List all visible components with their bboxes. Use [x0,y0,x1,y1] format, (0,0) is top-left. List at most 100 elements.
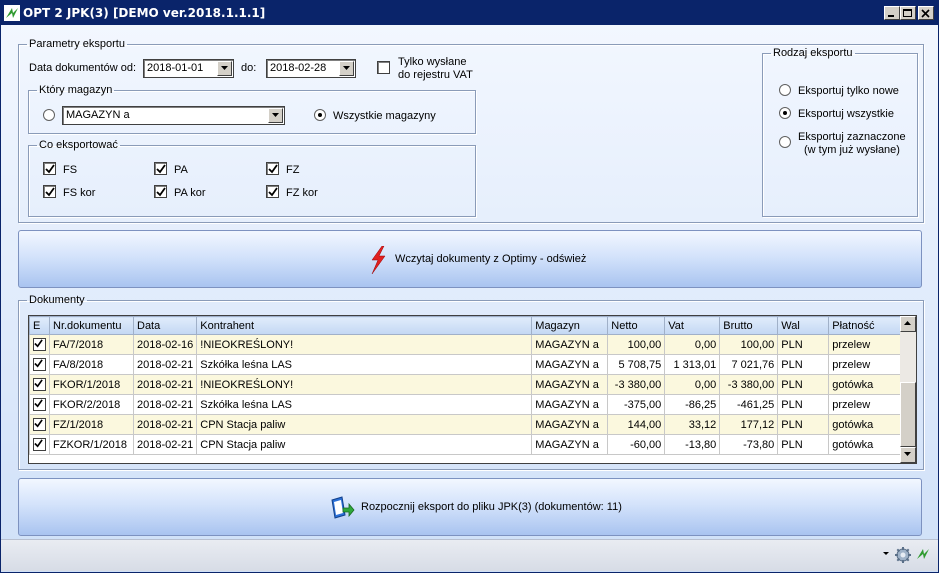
date-to-picker[interactable]: 2018-02-28 [266,59,356,78]
only-sent-checkbox[interactable] [377,61,390,74]
warehouse-select-value: MAGAZYN a [66,109,130,121]
type-pa-checkbox[interactable] [154,162,167,175]
col-header-payment[interactable]: Płatność [828,316,904,335]
col-header-gross[interactable]: Brutto [719,316,779,335]
type-fs-kor-label: FS kor [63,187,96,199]
row-export-checkbox[interactable] [33,398,46,411]
warehouse-select[interactable]: MAGAZYN a [62,106,285,125]
cell-warehouse: MAGAZYN a [531,354,609,375]
scroll-down-button[interactable] [900,447,916,463]
app-logo-icon [4,5,20,21]
checkmark-icon [34,339,43,348]
cell-date: 2018-02-16 [132,334,198,355]
warehouse-all-label: Wszystkie magazyny [333,110,436,122]
export-all-radio[interactable] [779,107,791,119]
col-header-warehouse[interactable]: Magazyn [531,316,609,335]
type-fz-checkbox[interactable] [266,162,279,175]
col-header-date[interactable]: Data [132,316,198,335]
col-header-currency[interactable]: Wal [777,316,830,335]
export-new-label: Eksportuj tylko nowe [798,85,899,97]
date-to-label: do: [241,62,257,74]
col-header-contractor[interactable]: Kontrahent [196,316,533,335]
col-header-net[interactable]: Netto [607,316,666,335]
load-documents-button[interactable]: Wczytaj dokumenty z Optimy - odśwież [18,230,922,288]
row-export-checkbox[interactable] [33,438,46,451]
cell-net: -375,00 [607,394,666,415]
type-fs-kor-checkbox[interactable] [43,185,56,198]
type-fz-kor-checkbox[interactable] [266,185,279,198]
col-header-e[interactable]: E [29,316,50,335]
warehouse-all-radio[interactable] [314,109,326,121]
app-logo-icon[interactable] [915,546,931,562]
only-sent-label-line1: Tylko wysłane [398,56,467,68]
cell-vat: 1 313,01 [664,354,721,375]
row-export-checkbox[interactable] [33,358,46,371]
cell-vat: -86,25 [664,394,721,415]
cell-net: 5 708,75 [607,354,666,375]
lightning-icon [371,246,386,274]
table-row[interactable]: FZKOR/1/2018 2018-02-21 CPN Stacja paliw… [29,434,904,455]
maximize-icon [903,9,912,17]
type-pa-label: PA [174,164,188,176]
title-bar[interactable]: OPT 2 JPK(3) [DEMO ver.2018.1.1.1] [1,1,938,25]
cell-date: 2018-02-21 [132,374,198,395]
table-row[interactable]: FA/8/2018 2018-02-21 Szkółka leśna LAS M… [29,354,904,375]
cell-warehouse: MAGAZYN a [531,374,609,395]
table-vertical-scrollbar[interactable] [900,316,916,463]
minimize-icon [888,15,894,17]
table-row[interactable]: FKOR/1/2018 2018-02-21 !NIEOKREŚLONY! MA… [29,374,904,395]
cell-number: FKOR/2/2018 [49,394,134,415]
table-row[interactable]: FA/7/2018 2018-02-16 !NIEOKREŚLONY! MAGA… [29,334,904,355]
cell-gross: -3 380,00 [719,374,779,395]
row-export-checkbox[interactable] [33,378,46,391]
cell-net: -60,00 [607,434,666,455]
documents-table[interactable]: E Nr.dokumentu Data Kontrahent Magazyn N… [28,315,917,464]
checkmark-icon [156,187,166,197]
start-export-button[interactable]: Rozpocznij eksport do pliku JPK(3) (doku… [18,478,922,536]
close-icon [921,9,930,18]
chevron-down-icon [343,66,350,70]
load-documents-label: Wczytaj dokumenty z Optimy - odśwież [395,253,587,265]
cell-currency: PLN [777,434,830,455]
type-fs-checkbox[interactable] [43,162,56,175]
cell-vat: 0,00 [664,374,721,395]
window-title: OPT 2 JPK(3) [DEMO ver.2018.1.1.1] [23,6,266,20]
table-row[interactable]: FKOR/2/2018 2018-02-21 Szkółka leśna LAS… [29,394,904,415]
cell-contractor: !NIEOKREŚLONY! [196,334,533,355]
col-header-vat[interactable]: Vat [664,316,721,335]
export-all-label: Eksportuj wszystkie [798,108,894,120]
date-to-dropdown-button[interactable] [339,61,354,76]
cell-number: FKOR/1/2018 [49,374,134,395]
warehouse-dropdown-button[interactable] [268,108,283,123]
dropdown-arrow-icon[interactable] [883,552,889,556]
checkmark-icon [34,379,43,388]
cell-payment: gotówka [828,374,904,395]
status-bar [1,539,938,571]
gear-icon[interactable] [894,546,912,564]
cell-currency: PLN [777,354,830,375]
maximize-button[interactable] [900,6,916,20]
date-from-picker[interactable]: 2018-01-01 [143,59,234,78]
date-from-dropdown-button[interactable] [217,61,232,76]
row-export-checkbox[interactable] [33,418,46,431]
cell-payment: przelew [828,334,904,355]
cell-gross: -73,80 [719,434,779,455]
export-file-icon [331,496,355,519]
col-header-number[interactable]: Nr.dokumentu [49,316,134,335]
export-new-radio[interactable] [779,84,791,96]
client-area: Parametry eksportu Data dokumentów od: 2… [1,25,938,572]
table-row[interactable]: FZ/1/2018 2018-02-21 CPN Stacja paliw MA… [29,414,904,435]
type-pa-kor-checkbox[interactable] [154,185,167,198]
scroll-thumb[interactable] [900,382,916,447]
chevron-down-icon [272,113,279,117]
export-selected-radio[interactable] [779,136,791,148]
export-selected-sublabel: (w tym już wysłane) [804,144,900,156]
cell-gross: 177,12 [719,414,779,435]
scroll-up-button[interactable] [900,316,916,332]
minimize-button[interactable] [884,6,900,20]
type-fs-label: FS [63,164,78,176]
cell-vat: 33,12 [664,414,721,435]
close-button[interactable] [918,6,934,20]
row-export-checkbox[interactable] [33,338,46,351]
warehouse-single-radio[interactable] [43,109,55,121]
